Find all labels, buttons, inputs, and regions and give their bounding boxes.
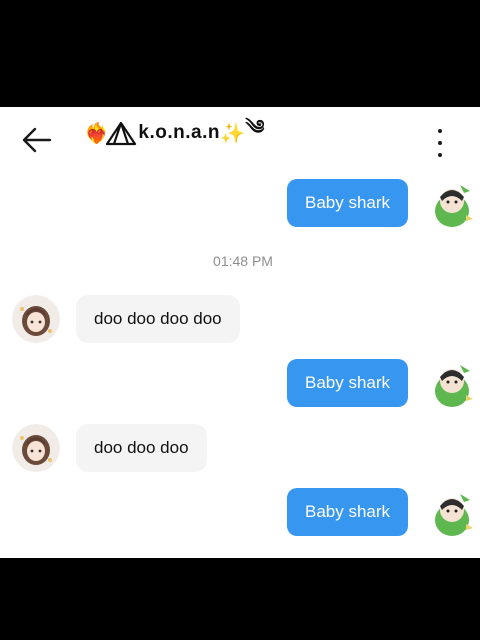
contact-avatar-icon[interactable] xyxy=(12,424,60,472)
user-avatar-icon[interactable] xyxy=(430,488,474,538)
wind-swirl-icon: ༄ xyxy=(245,117,265,139)
outgoing-message[interactable]: Baby shark xyxy=(287,359,409,407)
chat-header: ❤️‍🔥 k.o.n.a.n ✨ ༄ xyxy=(0,107,480,167)
incoming-message[interactable]: doo doo doo xyxy=(76,424,207,472)
outgoing-message[interactable]: Baby shark xyxy=(287,179,409,227)
outgoing-message[interactable]: Baby shark xyxy=(287,488,409,536)
back-arrow-icon[interactable] xyxy=(20,125,56,155)
triangle-icon xyxy=(106,121,137,146)
user-avatar-icon[interactable] xyxy=(430,179,474,229)
incoming-message[interactable]: doo doo doo doo xyxy=(76,295,240,343)
chat-title[interactable]: ❤️‍🔥 k.o.n.a.n ✨ ༄ xyxy=(84,117,265,149)
message-timestamp: 01:48 PM xyxy=(213,253,273,269)
sparkles-icon: ✨ xyxy=(219,122,246,145)
more-options-icon[interactable] xyxy=(428,125,452,161)
user-avatar-icon[interactable] xyxy=(430,359,474,409)
chat-screen: ❤️‍🔥 k.o.n.a.n ✨ ༄ Baby shark 01:48 PM xyxy=(0,107,480,558)
contact-avatar-icon[interactable] xyxy=(12,295,60,343)
chat-title-text: k.o.n.a.n xyxy=(138,122,220,143)
